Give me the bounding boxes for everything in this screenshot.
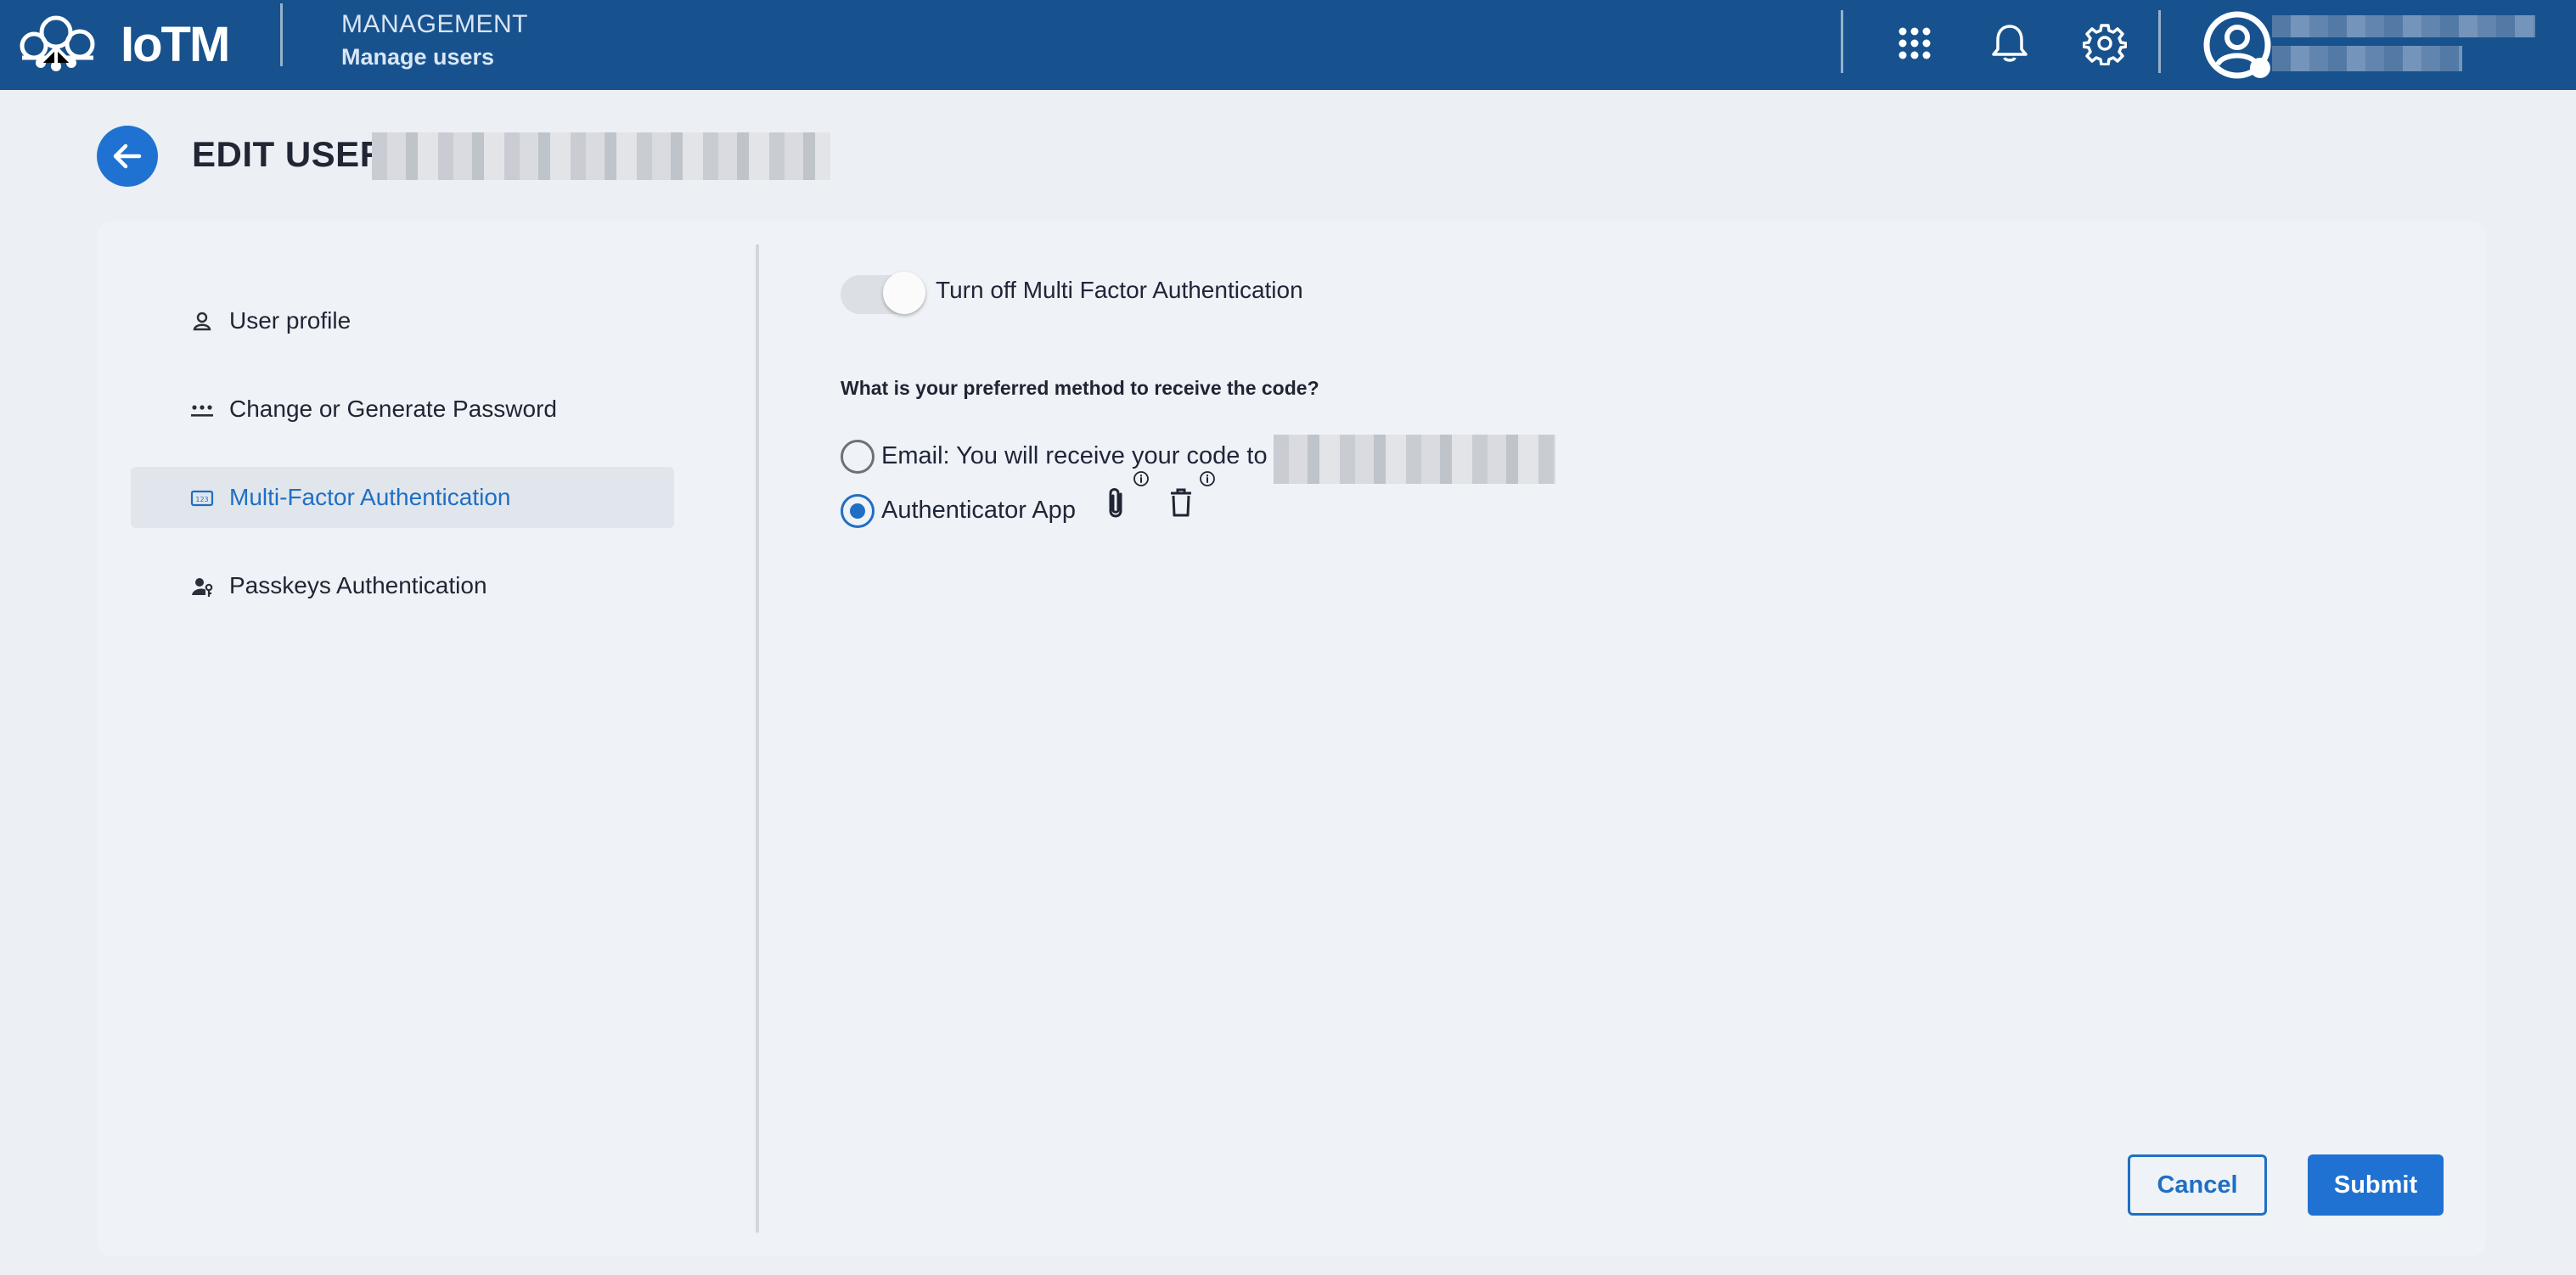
section-title: MANAGEMENT bbox=[341, 10, 529, 38]
edited-user-redacted bbox=[372, 132, 830, 180]
header-divider bbox=[2158, 10, 2161, 73]
cloud-logo-icon bbox=[20, 15, 95, 71]
password-dots-icon bbox=[191, 405, 213, 417]
sidebar-item-passkeys[interactable]: Passkeys Authentication bbox=[131, 555, 674, 616]
logo-text: IoTM bbox=[121, 16, 230, 72]
sidebar-item-label: Multi-Factor Authentication bbox=[229, 484, 511, 510]
email-option-label: Email: You will receive your code to bbox=[881, 442, 1268, 469]
toggle-knob bbox=[883, 272, 925, 314]
card-divider bbox=[756, 244, 759, 1233]
bell-icon[interactable] bbox=[1982, 15, 2038, 71]
sidebar-item-change-password[interactable]: Change or Generate Password bbox=[131, 379, 674, 440]
top-app-bar: IoTM MANAGEMENT Manage users bbox=[0, 0, 2576, 90]
info-icon[interactable] bbox=[1133, 470, 1150, 487]
gear-icon[interactable] bbox=[2077, 15, 2133, 71]
header-divider bbox=[1841, 10, 1843, 73]
arrow-left-icon bbox=[113, 143, 142, 169]
attach-icon[interactable] bbox=[1102, 486, 1131, 521]
sidebar-item-label: Change or Generate Password bbox=[229, 396, 557, 422]
sidebar-item-mfa[interactable]: 123 Multi-Factor Authentication bbox=[131, 467, 674, 528]
section-subtitle: Manage users bbox=[341, 44, 495, 70]
email-radio[interactable] bbox=[841, 440, 875, 474]
method-question: What is your preferred method to receive… bbox=[841, 377, 1319, 399]
mfa-toggle[interactable] bbox=[841, 270, 925, 314]
edit-user-card bbox=[97, 221, 2486, 1256]
pin-123-icon: 123 bbox=[190, 490, 214, 507]
header-divider bbox=[280, 3, 283, 66]
authenticator-app-radio[interactable] bbox=[841, 494, 875, 528]
submit-button[interactable]: Submit bbox=[2308, 1154, 2444, 1216]
authenticator-app-label: Authenticator App bbox=[881, 497, 1076, 524]
mfa-toggle-label: Turn off Multi Factor Authentication bbox=[936, 277, 1303, 303]
apps-grid-icon[interactable] bbox=[1887, 15, 1943, 71]
sidebar-item-label: Passkeys Authentication bbox=[229, 572, 487, 598]
cancel-button[interactable]: Cancel bbox=[2128, 1154, 2267, 1216]
page-title: EDIT USER: bbox=[192, 134, 399, 174]
user-menu[interactable] bbox=[2199, 3, 2275, 87]
back-button[interactable] bbox=[97, 126, 158, 187]
svg-text:123: 123 bbox=[195, 496, 208, 503]
account-circle-icon bbox=[2199, 7, 2275, 83]
info-icon[interactable] bbox=[1199, 470, 1216, 487]
sidebar-item-user-profile[interactable]: User profile bbox=[131, 290, 674, 351]
email-address-redacted bbox=[1274, 435, 1555, 484]
user-name-redacted bbox=[2272, 15, 2535, 37]
person-key-icon bbox=[192, 578, 213, 597]
app-logo[interactable]: IoTM bbox=[17, 12, 230, 76]
person-icon bbox=[193, 312, 211, 331]
user-role-redacted bbox=[2272, 46, 2462, 71]
sidebar-item-label: User profile bbox=[229, 307, 352, 334]
delete-icon[interactable] bbox=[1167, 486, 1195, 520]
